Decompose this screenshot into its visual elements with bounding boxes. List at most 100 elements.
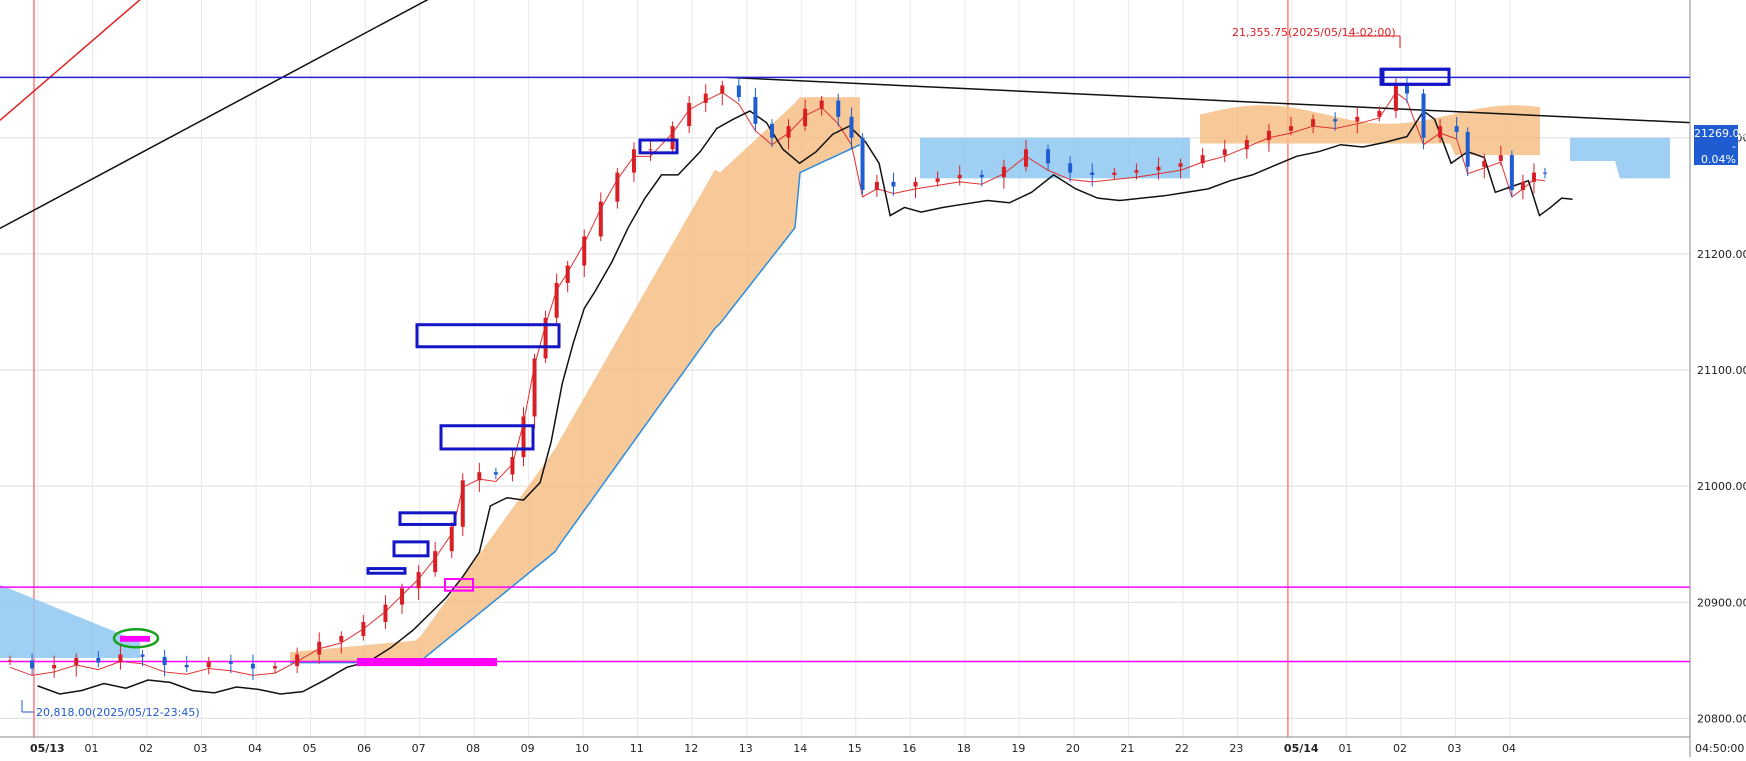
x-tick-label: 05/14 [1284,742,1319,755]
candle-body [1498,155,1503,161]
trendline-red [0,0,141,121]
x-tick-label: 08 [466,742,480,755]
x-tick-label: 03 [1447,742,1461,755]
candle-body [874,181,879,190]
candle-body [295,654,300,667]
x-tick-label: 03 [194,742,208,755]
candle-body [1112,172,1117,175]
candle-body [979,174,984,178]
cloud-cool [920,137,1190,179]
x-tick-label: 12 [684,742,698,755]
candle-body [769,123,774,138]
candle-body [1222,149,1227,156]
candle-body [687,102,692,127]
high-label: 21,355.75(2025/05/14-02:00) [1232,26,1396,39]
candle-body [1482,160,1487,167]
x-tick-label: 16 [902,742,916,755]
candle-body [400,588,405,605]
candle-body [1377,111,1382,117]
x-time-label: 04:50:00 [1695,742,1744,755]
candle-body [8,660,12,662]
candle-body [1421,93,1426,138]
y-tick-label: 21000.00 [1697,480,1746,493]
candle-body [615,172,620,202]
candle-body [460,480,465,527]
candle-body [753,97,758,124]
candle-body [1178,163,1183,167]
candle-body [493,472,498,475]
x-tick-label: 05/13 [30,742,65,755]
candle-body [957,174,962,179]
x-tick-label: 10 [575,742,589,755]
y-tick-label: 21100.00 [1697,364,1746,377]
candle-body [1509,155,1514,190]
candle-body [1531,172,1536,182]
candle-body [1465,131,1470,167]
candle-body [565,265,570,283]
x-tick-label: 15 [848,742,862,755]
x-tick-label: 05 [303,742,317,755]
last-price: 21269.00 [1694,127,1746,140]
candlestick-chart: 21300.0021200.0021100.0021000.0020900.00… [0,0,1746,757]
candle-body [819,100,824,109]
low-label: 20,818.00(2025/05/12-23:45) [36,706,200,719]
candle-body [1333,119,1338,122]
candle-body [273,666,278,669]
candle-body [786,126,791,138]
x-tick-label: 01 [1338,742,1352,755]
x-tick-label: 23 [1229,742,1243,755]
candle-body [383,604,388,622]
candle-body [1404,85,1409,94]
x-tick-label: 11 [630,742,644,755]
candle-body [1090,172,1095,175]
candle-body [250,663,255,669]
cloud-warm [290,97,860,663]
x-tick-label: 07 [412,742,426,755]
candle-body [361,622,366,636]
candle-body [1438,126,1443,138]
candle-body [1068,163,1073,173]
candle-body [582,236,587,266]
candle-body [1543,172,1547,174]
y-tick-label: 20800.00 [1697,712,1746,725]
candle-body [184,664,189,668]
last-price-box: 21269.00 - 0.04% ▼9.00 [1694,125,1746,179]
candle-body [532,358,537,417]
candle-body [1244,140,1249,150]
x-tick-label: 09 [521,742,535,755]
ichimoku-cloud [0,97,1670,663]
candle-body [554,282,559,318]
candle-body [317,641,322,655]
candle-body [140,654,145,657]
candle-body [1156,166,1161,171]
x-tick-label: 20 [1066,742,1080,755]
x-tick-label: 19 [1011,742,1025,755]
candle-body [162,656,167,665]
candle-body [52,664,57,669]
candle-body [1200,155,1205,164]
candle-body [598,201,603,237]
chart-root: 21300.0021200.0021100.0021000.0020900.00… [0,0,1746,757]
x-tick-label: 13 [739,742,753,755]
candle-body [1023,149,1028,167]
candle-body [74,658,79,665]
candle-body [228,661,233,664]
x-tick-label: 02 [139,742,153,755]
change-value: ▼9.00 [1703,166,1736,179]
candle-body [891,181,896,187]
candle-body [1311,119,1316,127]
candle-body [416,572,421,589]
candle-body [433,551,438,573]
candle-body [670,126,675,150]
candle-body [1454,126,1459,132]
x-tick-label: 06 [357,742,371,755]
candle-body [96,658,101,663]
candle-body [118,654,123,663]
candle-body [1289,126,1294,131]
candle-body [1266,130,1271,141]
candle-body [736,85,741,98]
highlight-box [415,323,561,349]
candle-body [648,149,653,151]
x-tick-label: 01 [85,742,99,755]
change-pct: - 0.04% [1701,140,1736,166]
